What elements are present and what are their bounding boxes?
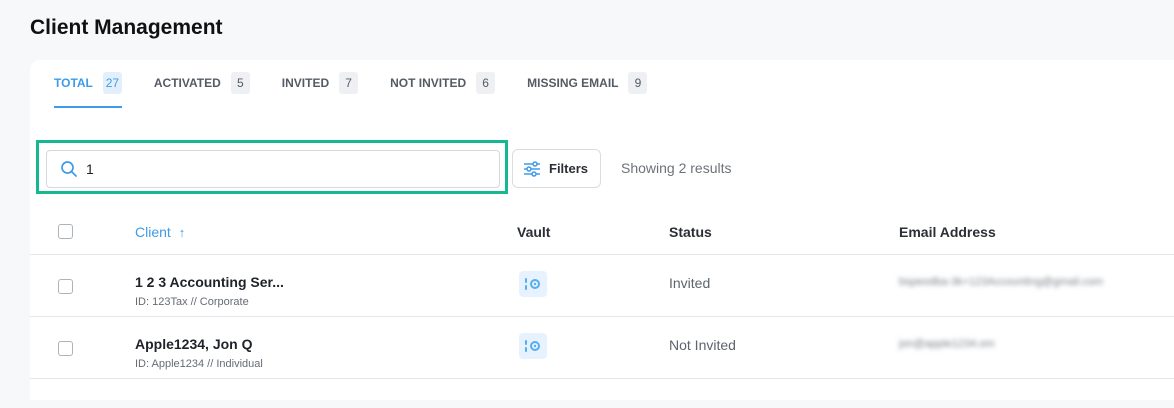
client-id: ID: Apple1234 // Individual: [135, 358, 263, 370]
tab-invited[interactable]: INVITED 7: [281, 60, 359, 108]
status-tabs: TOTAL 27 ACTIVATED 5 INVITED 7 NOT INVIT…: [30, 60, 1174, 110]
row-checkbox[interactable]: [58, 341, 73, 356]
table-header: Client ↑ Vault Status Email Address: [30, 210, 1174, 254]
tab-count-badge: 7: [339, 72, 359, 94]
tab-count-badge: 6: [476, 72, 496, 94]
vault-icon[interactable]: [519, 333, 547, 359]
tab-count-badge: 9: [628, 72, 648, 94]
search-input[interactable]: [84, 160, 488, 178]
email-address: jon@apple1234.om: [899, 338, 995, 350]
arrow-up-icon: ↑: [178, 225, 186, 240]
tab-count-badge: 27: [102, 72, 122, 94]
client-id: ID: 123Tax // Corporate: [135, 296, 249, 308]
status-text: Not Invited: [669, 337, 736, 353]
table-row-divider: [30, 378, 1174, 408]
vault-icon[interactable]: [519, 271, 547, 297]
select-all-checkbox[interactable]: [58, 224, 73, 239]
tab-label: INVITED: [281, 76, 330, 90]
results-count: Showing 2 results: [621, 160, 732, 176]
tab-label: NOT INVITED: [390, 76, 467, 90]
tab-activated[interactable]: ACTIVATED 5: [154, 60, 250, 108]
sliders-icon: [524, 160, 540, 177]
column-header-client-label: Client: [135, 224, 171, 240]
page-title: Client Management: [30, 16, 223, 39]
status-text: Invited: [669, 275, 711, 291]
vault-glyph-icon: [525, 340, 540, 352]
email-address: bspeodba-3k+123Accounting@gmail.com: [899, 276, 1104, 288]
client-table-card: TOTAL 27 ACTIVATED 5 INVITED 7 NOT INVIT…: [30, 60, 1174, 400]
search-icon: [61, 161, 77, 177]
column-header-client[interactable]: Client ↑: [135, 224, 185, 240]
table-row[interactable]: Apple1234, Jon Q ID: Apple1234 // Indivi…: [30, 316, 1174, 378]
client-name[interactable]: Apple1234, Jon Q: [135, 336, 252, 352]
tab-label: ACTIVATED: [153, 76, 221, 90]
column-header-email: Email Address: [899, 224, 996, 240]
tab-count-badge: 5: [230, 72, 250, 94]
search-field[interactable]: [46, 150, 500, 188]
tab-total[interactable]: TOTAL 27: [54, 60, 122, 108]
client-name[interactable]: 1 2 3 Accounting Ser...: [135, 274, 284, 290]
tab-not-invited[interactable]: NOT INVITED 6: [390, 60, 496, 108]
column-header-status: Status: [669, 224, 712, 240]
column-header-vault: Vault: [517, 224, 551, 240]
filters-button-label: Filters: [549, 161, 589, 176]
table-row[interactable]: 1 2 3 Accounting Ser... ID: 123Tax // Co…: [30, 254, 1174, 316]
tab-missing-email[interactable]: MISSING EMAIL 9: [527, 60, 648, 108]
vault-glyph-icon: [525, 278, 540, 290]
row-checkbox[interactable]: [58, 279, 73, 294]
filters-button[interactable]: Filters: [512, 149, 601, 188]
tab-label: TOTAL: [54, 76, 93, 90]
tab-label: MISSING EMAIL: [527, 76, 619, 90]
